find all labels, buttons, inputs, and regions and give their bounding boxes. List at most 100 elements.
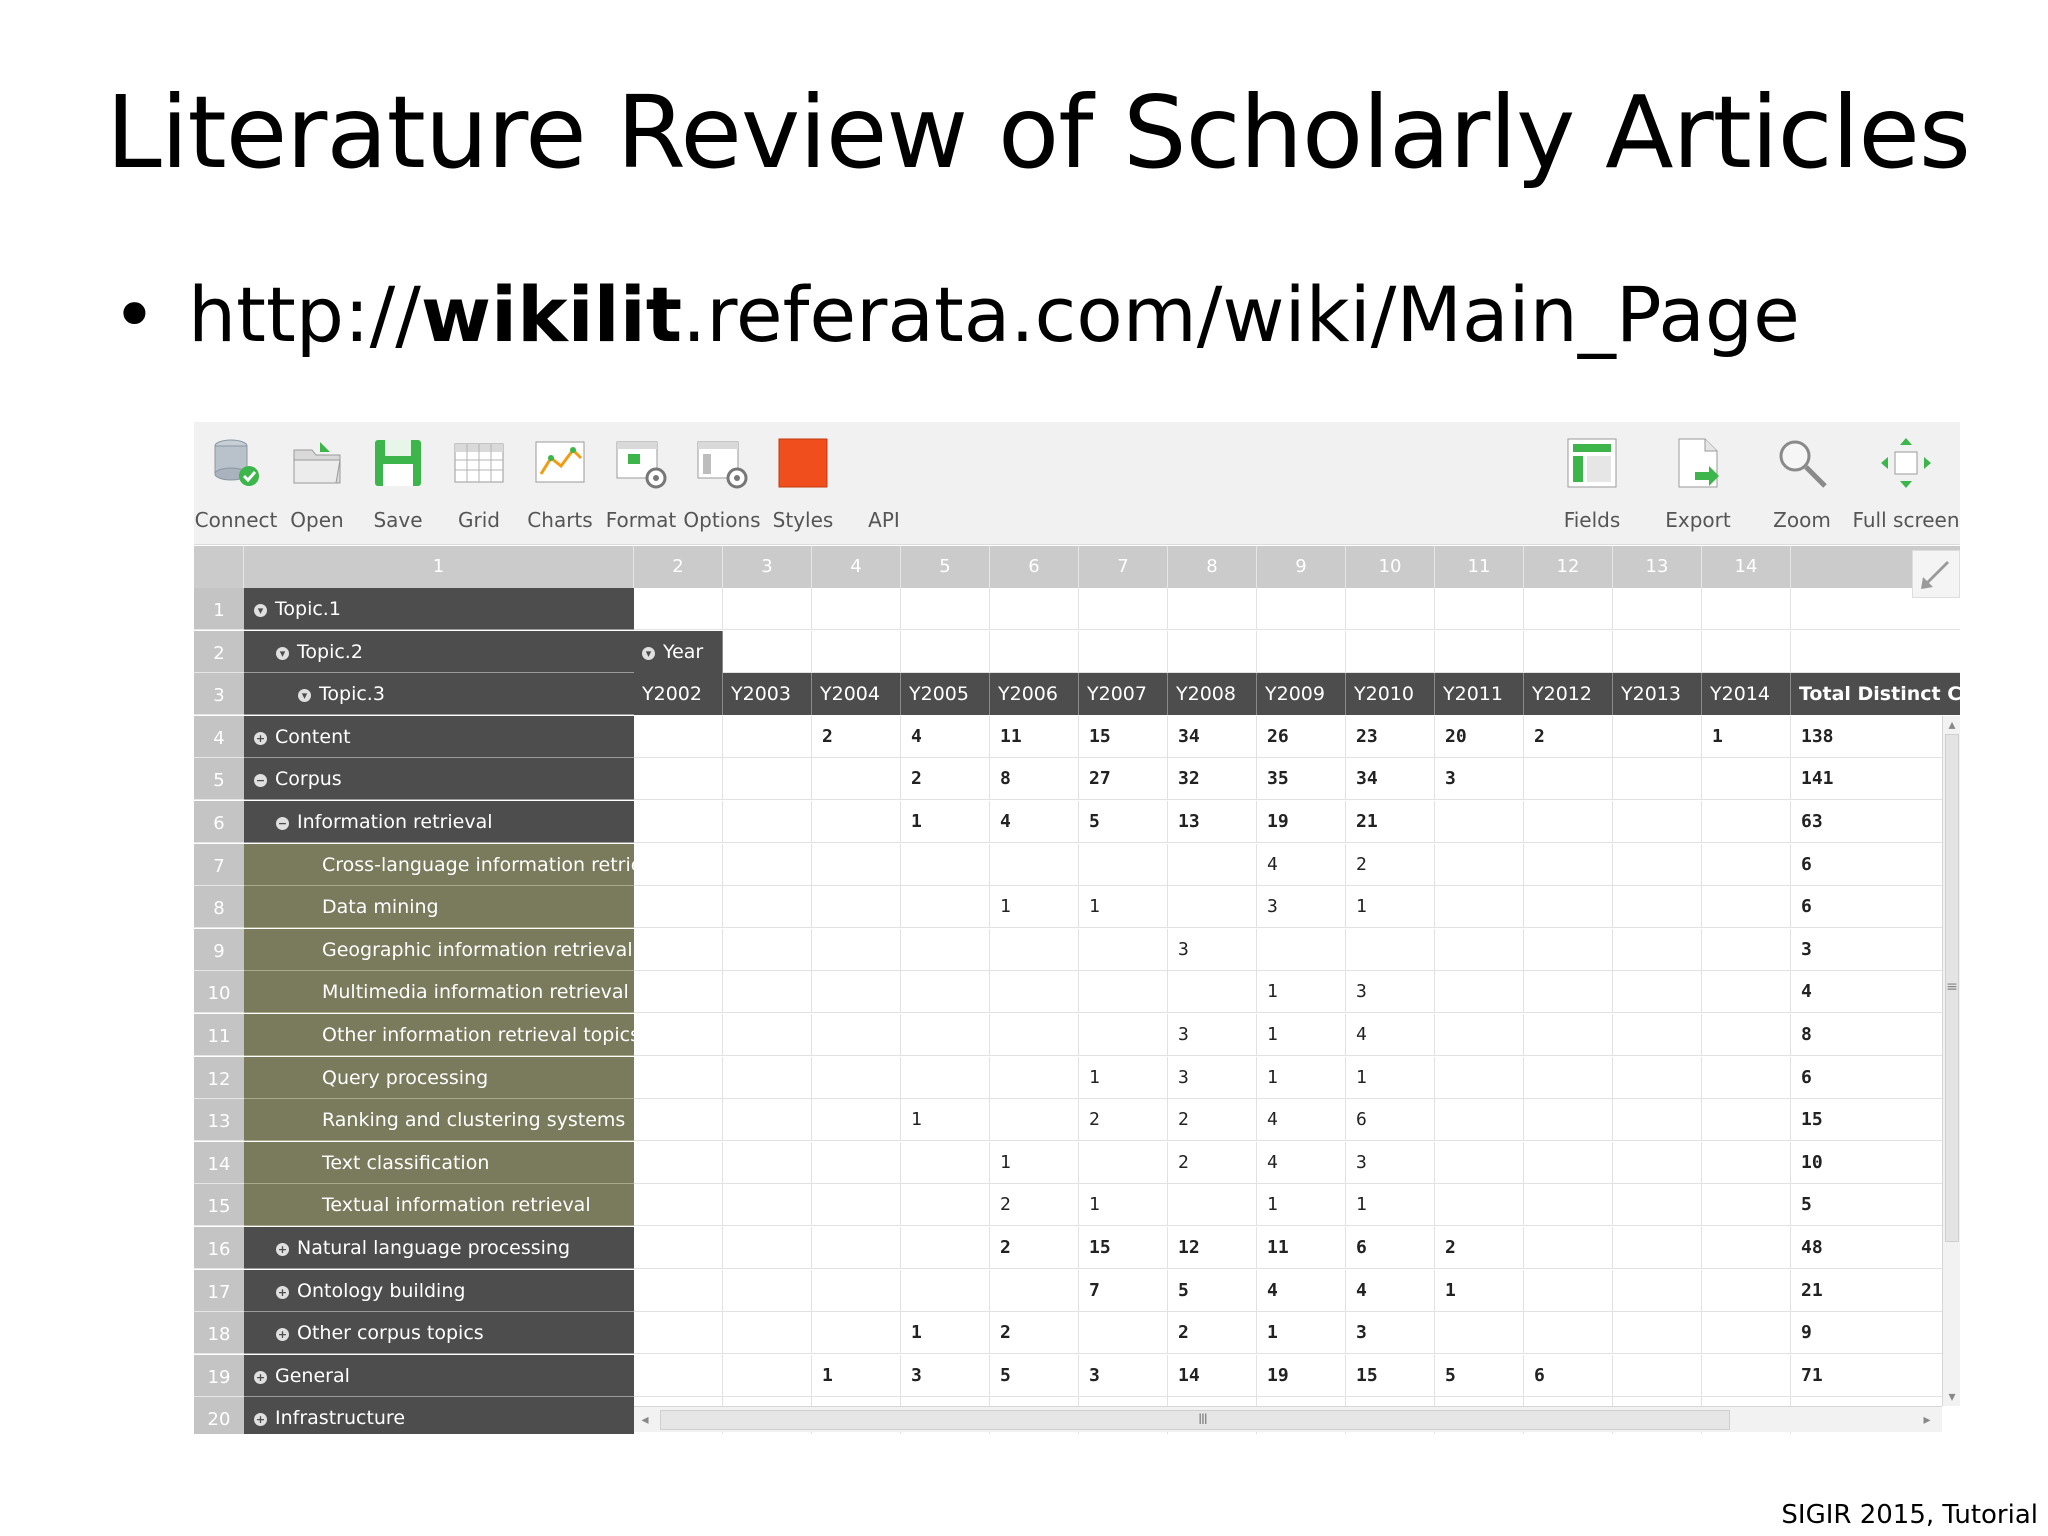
data-cell — [1613, 971, 1702, 1014]
column-number-1[interactable]: 1 — [244, 546, 634, 588]
collapse-corner-button[interactable] — [1912, 550, 1960, 598]
row-header-label: Other information retrieval topics — [322, 1024, 634, 1046]
row-header[interactable]: − Corpus — [244, 758, 634, 801]
column-number-7[interactable]: 7 — [1079, 546, 1168, 588]
data-cell: 1 — [1079, 1056, 1168, 1099]
year-column-header[interactable]: Y2013 — [1613, 673, 1702, 716]
empty-header-cell — [1079, 588, 1168, 630]
data-cell: 32 — [1168, 758, 1257, 801]
row-header[interactable]: Text classification — [244, 1141, 634, 1184]
expand-plus-icon[interactable]: + — [276, 1328, 289, 1342]
row-header[interactable]: + Ontology building — [244, 1269, 634, 1312]
expand-plus-icon[interactable]: + — [276, 1243, 289, 1256]
toolbar-export-button[interactable]: Export — [1648, 426, 1748, 542]
toolbar-api-button[interactable]: API — [834, 426, 934, 542]
scroll-right-icon[interactable]: ▸ — [1918, 1411, 1936, 1429]
year-column-header[interactable]: Y2005 — [901, 673, 990, 716]
column-number-8[interactable]: 8 — [1168, 546, 1257, 588]
row-header[interactable]: Multimedia information retrieval — [244, 971, 634, 1014]
year-column-header[interactable]: Y2011 — [1435, 673, 1524, 716]
total-column-header[interactable]: Total Distinct Cou — [1791, 673, 1960, 716]
data-cell — [723, 1014, 812, 1056]
row-header[interactable]: Query processing — [244, 1056, 634, 1099]
hierarchy-level-1-header[interactable]: ▾ Topic.1 — [244, 588, 634, 630]
year-field-header[interactable]: ▾ Year — [634, 630, 723, 673]
toolbar-full-screen-button[interactable]: Full screen — [1852, 426, 1960, 542]
column-number-4[interactable]: 4 — [812, 546, 901, 588]
row-header[interactable]: Ranking and clustering systems — [244, 1099, 634, 1142]
row-header[interactable]: Cross-language information retrieval — [244, 843, 634, 886]
hierarchy-level-3-header[interactable]: ▾ Topic.3 — [244, 673, 634, 716]
expand-plus-icon[interactable]: + — [254, 731, 267, 745]
expand-plus-icon[interactable]: + — [254, 1370, 267, 1384]
floppy-save-icon — [371, 436, 425, 490]
dropdown-arrow-icon[interactable]: ▾ — [298, 689, 311, 703]
data-cell — [723, 886, 812, 929]
data-cell — [1524, 928, 1613, 971]
row-header[interactable]: Data mining — [244, 886, 634, 929]
row-header[interactable]: Textual information retrieval — [244, 1184, 634, 1227]
data-cell — [1524, 1227, 1613, 1269]
year-column-header[interactable]: Y2004 — [812, 673, 901, 716]
empty-header-cell — [1168, 588, 1257, 630]
year-column-header[interactable]: Y2014 — [1702, 673, 1791, 716]
expand-plus-icon[interactable]: + — [254, 1413, 267, 1427]
row-header[interactable]: + General — [244, 1354, 634, 1397]
year-column-header[interactable]: Y2008 — [1168, 673, 1257, 716]
data-cell: 2 — [990, 1184, 1079, 1227]
row-header[interactable]: + Other corpus topics — [244, 1312, 634, 1355]
row-number: 15 — [194, 1184, 244, 1227]
toolbar-fields-button[interactable]: Fields — [1542, 426, 1642, 542]
column-number-2[interactable]: 2 — [634, 546, 723, 588]
dropdown-arrow-icon[interactable]: ▾ — [254, 604, 267, 617]
column-number-5[interactable]: 5 — [901, 546, 990, 588]
data-cell: 1 — [1257, 1014, 1346, 1056]
year-column-header[interactable]: Y2010 — [1346, 673, 1435, 716]
scroll-left-icon[interactable]: ◂ — [636, 1411, 654, 1429]
dropdown-arrow-icon[interactable]: ▾ — [642, 646, 655, 660]
data-cell: 6 — [1524, 1354, 1613, 1397]
column-number-13[interactable]: 13 — [1613, 546, 1702, 588]
column-number-12[interactable]: 12 — [1524, 546, 1613, 588]
data-cell: 3 — [1168, 928, 1257, 971]
vertical-scrollbar[interactable]: ▴ ≡ ▾ — [1942, 716, 1960, 1406]
horizontal-scrollbar[interactable]: ◂ Ⅲ ▸ — [634, 1406, 1942, 1432]
row-header[interactable]: + Infrastructure — [244, 1397, 634, 1434]
column-number-6[interactable]: 6 — [990, 546, 1079, 588]
row-header[interactable]: − Information retrieval — [244, 801, 634, 843]
toolbar-zoom-button[interactable]: Zoom — [1752, 426, 1852, 542]
year-column-header[interactable]: Y2006 — [990, 673, 1079, 716]
hierarchy-level-2-header[interactable]: ▾ Topic.2 — [244, 630, 634, 673]
scroll-down-icon[interactable]: ▾ — [1943, 1388, 1960, 1406]
column-number-11[interactable]: 11 — [1435, 546, 1524, 588]
data-cell — [634, 1141, 723, 1184]
data-cell — [1702, 1269, 1791, 1312]
data-cell — [1524, 1184, 1613, 1227]
year-column-header[interactable]: Y2002 — [634, 673, 723, 716]
empty-header-cell — [1524, 630, 1613, 673]
row-number: 16 — [194, 1227, 244, 1269]
dropdown-arrow-icon[interactable]: ▾ — [276, 646, 289, 660]
column-number-3[interactable]: 3 — [723, 546, 812, 588]
url-site-name: wikilit — [420, 270, 683, 359]
year-column-header[interactable]: Y2007 — [1079, 673, 1168, 716]
row-header[interactable]: + Natural language processing — [244, 1227, 634, 1269]
scroll-up-icon[interactable]: ▴ — [1943, 716, 1960, 734]
column-number-9[interactable]: 9 — [1257, 546, 1346, 588]
row-header[interactable]: Other information retrieval topics — [244, 1014, 634, 1056]
expand-plus-icon[interactable]: + — [276, 1285, 289, 1299]
year-column-header[interactable]: Y2003 — [723, 673, 812, 716]
data-cell — [1079, 843, 1168, 886]
data-cell — [1613, 1056, 1702, 1099]
row-header[interactable]: Geographic information retrieval — [244, 928, 634, 971]
row-header[interactable]: + Content — [244, 715, 634, 758]
collapse-minus-icon[interactable]: − — [276, 817, 289, 830]
column-number-10[interactable]: 10 — [1346, 546, 1435, 588]
year-column-header[interactable]: Y2012 — [1524, 673, 1613, 716]
year-column-header[interactable]: Y2009 — [1257, 673, 1346, 716]
column-number-14[interactable]: 14 — [1702, 546, 1791, 588]
collapse-minus-icon[interactable]: − — [254, 774, 267, 788]
hierarchy-label: Topic.3 — [319, 683, 385, 706]
data-cell — [1435, 1184, 1524, 1227]
data-cell: 5 — [1435, 1354, 1524, 1397]
